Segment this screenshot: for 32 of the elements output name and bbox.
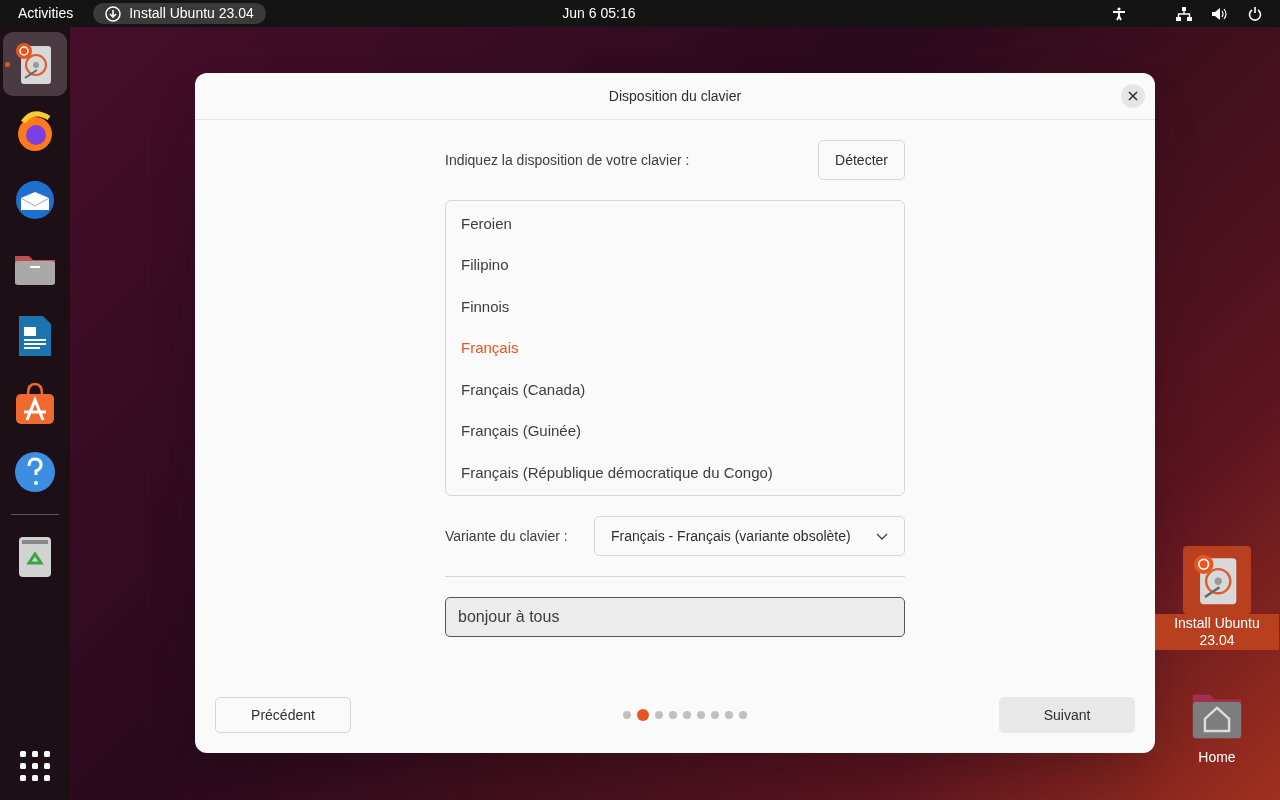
layout-list-item[interactable]: Finnois	[446, 286, 904, 328]
variant-label: Variante du clavier :	[445, 526, 568, 546]
layout-list-item[interactable]: Français (Canada)	[446, 369, 904, 411]
dock-item[interactable]	[3, 32, 67, 96]
next-button[interactable]: Suivant	[999, 697, 1135, 733]
close-icon	[1128, 91, 1138, 101]
detect-button[interactable]: Détecter	[818, 140, 905, 180]
close-button[interactable]	[1121, 84, 1145, 108]
layout-list-item[interactable]: Filipino	[446, 244, 904, 286]
chevron-down-icon	[876, 532, 888, 540]
download-icon	[105, 5, 122, 22]
back-button[interactable]: Précédent	[215, 697, 351, 733]
desktop-icon[interactable]	[1183, 546, 1251, 614]
power-icon[interactable]	[1248, 6, 1262, 21]
clock[interactable]: Jun 6 05:16	[562, 3, 636, 24]
layout-list-item[interactable]: Feroien	[446, 203, 904, 245]
layout-list-item[interactable]: Français (Guinée)	[446, 410, 904, 452]
volume-icon[interactable]	[1212, 6, 1228, 21]
variant-dropdown[interactable]: Français - Français (variante obsolète)	[594, 516, 905, 556]
activities-button[interactable]: Activities	[18, 3, 74, 24]
app-grid-icon[interactable]	[19, 750, 51, 782]
test-input-field[interactable]: bonjour à tous	[445, 597, 905, 637]
layout-list-item[interactable]: Français	[446, 327, 904, 369]
app-indicator[interactable]: Install Ubuntu 23.04	[93, 3, 266, 24]
accessibility-icon[interactable]	[1112, 6, 1126, 21]
dialog-title: Disposition du clavier	[608, 86, 742, 106]
network-icon[interactable]	[1176, 6, 1192, 21]
running-indicator	[5, 62, 10, 67]
layout-list-item[interactable]: Français (République démocratique du Congo)	[446, 452, 904, 494]
prompt-text: Indiquez la disposition de votre clavier :	[445, 150, 690, 170]
desktop-icon-label: Install Ubuntu 23.04	[1155, 614, 1279, 650]
desktop-icon-label: Home	[1197, 748, 1237, 767]
